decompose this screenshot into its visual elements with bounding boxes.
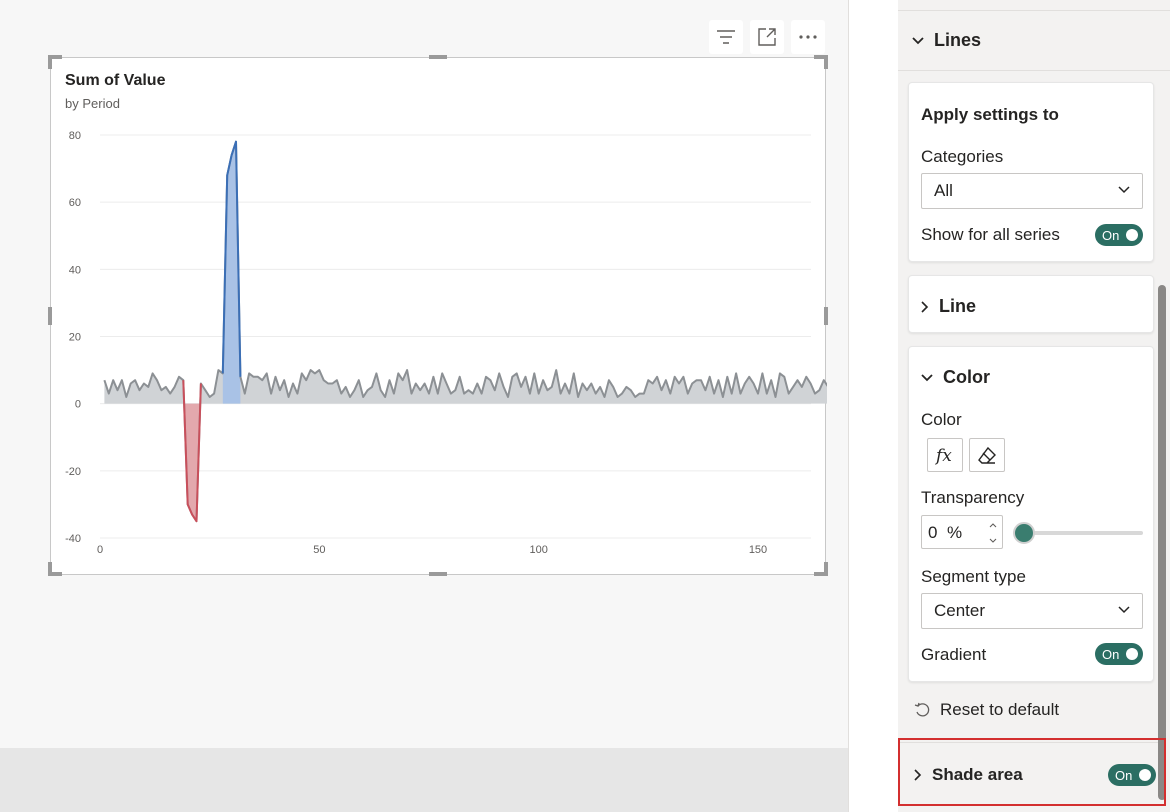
shade-area-label: Shade area: [932, 764, 1023, 784]
toggle-knob: [1139, 769, 1151, 781]
y-tick-label: 80: [69, 130, 81, 142]
resize-handle-bottom-left[interactable]: [48, 562, 52, 576]
apply-settings-card: Apply settings to Categories All Show fo…: [908, 82, 1154, 262]
spinner-arrows-icon[interactable]: [988, 520, 998, 546]
color-section-title: Color: [943, 367, 990, 387]
toggle-label: On: [1102, 227, 1120, 243]
pane-divider: [848, 0, 898, 812]
lines-section-header[interactable]: Lines: [898, 11, 1170, 71]
gradient-toggle[interactable]: On: [1095, 643, 1143, 665]
toggle-label: On: [1102, 646, 1120, 662]
focus-mode-button[interactable]: [750, 20, 784, 54]
lines-section-title: Lines: [934, 30, 982, 50]
y-tick-label: -20: [65, 466, 81, 478]
y-tick-label: -40: [65, 533, 81, 545]
reset-label: Reset to default: [940, 700, 1060, 719]
transparency-slider-thumb[interactable]: [1013, 522, 1035, 544]
more-options-button[interactable]: [791, 20, 825, 54]
show-all-series-toggle[interactable]: On: [1095, 224, 1143, 246]
reset-to-default-button[interactable]: Reset to default: [914, 700, 1059, 720]
filter-icon: [717, 30, 735, 44]
pane-scrollbar[interactable]: [1158, 285, 1166, 800]
color-card: Color Color fx Transparency 0 % Segment …: [908, 346, 1154, 682]
segment-type-value: Center: [934, 601, 986, 620]
chevron-down-icon: [1118, 606, 1130, 614]
canvas-footer: [0, 748, 848, 812]
shade-area-toggle[interactable]: On: [1108, 764, 1156, 786]
resize-handle-left[interactable]: [48, 307, 52, 325]
color-section-header[interactable]: Color: [921, 367, 990, 388]
shade-area-section-header[interactable]: Shade area On: [898, 742, 1160, 806]
more-options-icon: [799, 35, 817, 39]
series-line: [103, 140, 827, 523]
line-section-title: Line: [939, 296, 977, 316]
resize-handle-bottom[interactable]: [429, 572, 447, 576]
y-tick-label: 60: [69, 197, 81, 209]
y-tick-label: 20: [69, 332, 81, 344]
toggle-knob: [1126, 648, 1138, 660]
resize-handle-top-left[interactable]: [48, 55, 52, 69]
categories-value: All: [934, 181, 953, 200]
area-fill: [104, 141, 827, 522]
line-chart-visual[interactable]: Sum of Value by Period 80 60 40 20 0 -20 -40 0 5…: [50, 57, 827, 576]
line-section-header[interactable]: Line: [921, 296, 976, 317]
resize-handle-right[interactable]: [824, 307, 828, 325]
categories-label: Categories: [921, 147, 1004, 166]
transparency-label: Transparency: [921, 488, 1025, 507]
color-label: Color: [921, 410, 962, 429]
chevron-down-icon: [1118, 186, 1130, 194]
eraser-icon: [978, 446, 996, 464]
chart-plot[interactable]: 80 60 40 20 0 -20 -40 0 50 100 150: [51, 58, 827, 576]
conditional-format-button[interactable]: fx: [927, 438, 963, 472]
report-canvas: Sum of Value by Period 80 60 40 20 0 -20 -40 0 5…: [0, 0, 848, 748]
transparency-unit: %: [947, 523, 963, 542]
toggle-knob: [1126, 229, 1138, 241]
toggle-label: On: [1115, 767, 1133, 783]
y-tick-label: 0: [75, 399, 81, 411]
segment-type-label: Segment type: [921, 567, 1026, 586]
chevron-down-icon: [921, 373, 933, 381]
chevron-right-icon: [921, 300, 929, 313]
y-tick-label: 40: [69, 264, 81, 276]
gradient-label: Gradient: [921, 645, 987, 664]
segment-type-dropdown[interactable]: Center: [921, 593, 1143, 629]
svg-text:fx: fx: [934, 446, 952, 466]
reset-icon: [914, 702, 930, 717]
x-tick-label: 100: [529, 544, 547, 556]
apply-settings-title: Apply settings to: [921, 105, 1059, 124]
categories-dropdown[interactable]: All: [921, 173, 1143, 209]
transparency-input[interactable]: 0 %: [921, 515, 1003, 549]
filter-button[interactable]: [709, 20, 743, 54]
x-tick-label: 0: [97, 544, 103, 556]
chevron-down-icon: [912, 36, 924, 44]
fx-icon: fx: [934, 446, 952, 466]
x-tick-label: 150: [749, 544, 767, 556]
resize-handle-top-right[interactable]: [824, 55, 828, 69]
resize-handle-bottom-right[interactable]: [824, 562, 828, 576]
resize-handle-top[interactable]: [429, 55, 447, 59]
x-tick-label: 50: [313, 544, 325, 556]
focus-mode-icon: [758, 28, 776, 46]
transparency-value: 0: [928, 523, 938, 542]
show-all-series-label: Show for all series: [921, 225, 1060, 244]
line-card[interactable]: Line: [908, 275, 1154, 333]
chevron-right-icon: [914, 768, 922, 781]
format-pane: Lines Apply settings to Categories All S…: [898, 0, 1170, 812]
clear-color-button[interactable]: [969, 438, 1005, 472]
